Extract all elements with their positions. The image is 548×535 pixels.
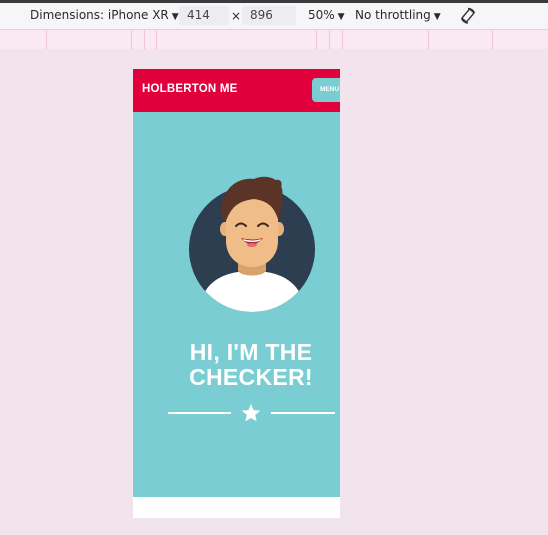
star-icon [241, 404, 261, 422]
media-query-ruler [0, 29, 548, 50]
site-header: HOLBERTON ME MENU [133, 69, 340, 112]
ruler-tick [131, 30, 132, 49]
zoom-value: 50% [308, 8, 335, 22]
caret-down-icon: ▼ [171, 12, 179, 22]
ruler-tick [428, 30, 429, 49]
ruler-tick [492, 30, 493, 49]
divider-line-left [168, 412, 231, 414]
divider-line-right [271, 412, 335, 414]
ruler-tick [316, 30, 317, 49]
ruler-tick [156, 30, 157, 49]
ruler-tick [144, 30, 145, 49]
ruler-tick [46, 30, 47, 49]
ruler-tick [342, 30, 343, 49]
device-dimensions-select[interactable]: Dimensions: iPhone XR ▼ [30, 8, 179, 22]
hero-title: HI, I'M THE CHECKER! [133, 340, 340, 390]
avatar [189, 176, 315, 312]
hero-title-line: HI, I'M THE [189, 339, 313, 365]
height-input[interactable]: 896 [242, 6, 296, 25]
rotate-icon[interactable] [459, 7, 477, 25]
device-screen: HOLBERTON ME MENU HI, I'M THE CHECKER! [133, 69, 340, 518]
zoom-select[interactable]: 50% ▼ [308, 8, 345, 22]
caret-down-icon: ▼ [433, 12, 441, 22]
hero-section: HI, I'M THE CHECKER! [133, 112, 340, 497]
ruler-tick [329, 30, 330, 49]
width-value: 414 [187, 8, 210, 22]
throttling-select[interactable]: No throttling ▼ [355, 8, 441, 22]
brand-logo[interactable]: HOLBERTON ME [142, 83, 237, 95]
throttling-value: No throttling [355, 8, 431, 22]
device-dimensions-label: Dimensions: iPhone XR [30, 8, 169, 22]
caret-down-icon: ▼ [337, 12, 345, 22]
height-value: 896 [250, 8, 273, 22]
devtools-device-toolbar: Dimensions: iPhone XR ▼ 414 × 896 50% ▼ No… [0, 3, 548, 29]
hero-title-line: CHECKER! [189, 364, 313, 390]
width-input[interactable]: 414 [179, 6, 229, 25]
menu-button[interactable]: MENU [312, 78, 340, 102]
times-sign: × [231, 9, 242, 23]
